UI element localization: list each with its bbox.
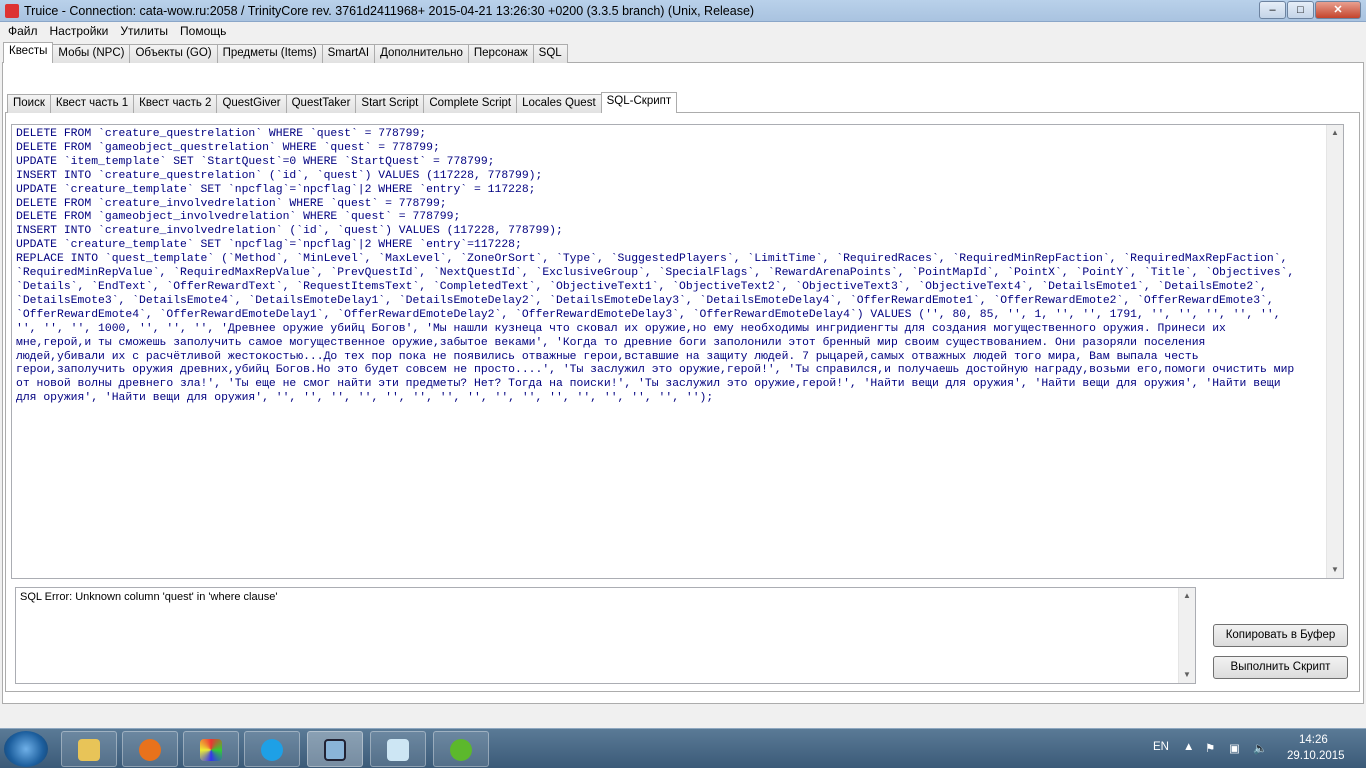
copy-to-clipboard-button[interactable]: Копировать в Буфер [1213,624,1348,647]
error-scrollbar[interactable]: ▲ ▼ [1178,588,1195,683]
tab-questtaker[interactable]: QuestTaker [285,94,357,113]
skype-icon [261,739,283,761]
sql-error-output[interactable]: SQL Error: Unknown column 'quest' in 'wh… [15,587,1196,684]
window-title: Truice - Connection: cata-wow.ru:2058 / … [24,4,755,18]
sql-line: для оружия', 'Найти вещи для оружия', ''… [16,392,714,405]
tab-locales-quest[interactable]: Locales Quest [516,94,602,113]
network-icon[interactable]: ▣ [1229,741,1240,755]
tab-quests[interactable]: Квесты [3,42,54,63]
scroll-up-icon[interactable]: ▲ [1327,125,1343,141]
sql-line: `DetailsEmote3`, `DetailsEmote4`, `Detai… [16,294,1274,307]
error-text: SQL Error: Unknown column 'quest' in 'wh… [20,591,278,603]
tray-arrow-icon[interactable]: ▲ [1183,741,1194,753]
scroll-down-icon[interactable]: ▼ [1327,562,1343,578]
taskbar-explorer[interactable] [61,731,117,767]
tab-additional[interactable]: Дополнительно [374,44,469,63]
taskbar: EN ▲ ⚑ ▣ 🔈 14:26 29.10.2015 [0,728,1366,768]
sql-line: INSERT INTO `creature_involvedrelation` … [16,225,563,238]
taskbar-notepad[interactable] [370,731,426,767]
sql-line: DELETE FROM `gameobject_questrelation` W… [16,141,440,154]
sql-line: от новой волны древнего зла!', 'Ты еще н… [16,378,1281,391]
sql-script-text: DELETE FROM `creature_questrelation` WHE… [16,128,1294,406]
tab-complete-script[interactable]: Complete Script [423,94,518,113]
leaf-icon [450,739,472,761]
tab-quest-part-2[interactable]: Квест часть 2 [133,94,218,113]
tab-character[interactable]: Персонаж [467,44,534,63]
scroll-up-icon[interactable]: ▲ [1179,588,1195,604]
main-tabs: Квесты Мобы (NPC) Объекты (GO) Предметы … [3,42,568,63]
sql-line: DELETE FROM `creature_involvedrelation` … [16,197,447,210]
tab-sql[interactable]: SQL [532,44,568,63]
taskbar-green-app[interactable] [433,731,489,767]
tab-items[interactable]: Предметы (Items) [216,44,323,63]
taskbar-app[interactable] [183,731,239,767]
tab-npc[interactable]: Мобы (NPC) [52,44,131,63]
clock-date[interactable]: 29.10.2015 [1287,750,1345,762]
sub-tabs: Поиск Квест часть 1 Квест часть 2 QuestG… [7,92,678,113]
tab-quest-part-1[interactable]: Квест часть 1 [49,94,135,113]
taskbar-skype[interactable] [244,731,300,767]
minimize-button[interactable]: ‒ [1259,1,1286,19]
sql-line: `RequiredMinRepValue`, `RequiredMaxRepVa… [16,267,1295,280]
sql-line: '', '', '', 1000, '', '', '', 'Древнее о… [16,322,1226,335]
scroll-down-icon[interactable]: ▼ [1179,667,1195,683]
tab-start-script[interactable]: Start Script [355,94,425,113]
title-bar: Truice - Connection: cata-wow.ru:2058 / … [0,0,1366,22]
sql-line: UPDATE `item_template` SET `StartQuest`=… [16,155,495,168]
maximize-button[interactable]: □ [1287,1,1314,19]
tab-questgiver[interactable]: QuestGiver [216,94,287,113]
firefox-icon [139,739,161,761]
taskbar-firefox[interactable] [122,731,178,767]
sql-line: DELETE FROM `creature_questrelation` WHE… [16,128,427,140]
menu-utilities[interactable]: Утилиты [114,22,174,41]
tab-sql-script[interactable]: SQL-Скрипт [600,92,678,113]
sql-line: REPLACE INTO `quest_template` (`Method`,… [16,253,1288,266]
sql-line: людей,убивали их с расчётливой жестокост… [16,350,1199,363]
clock-time[interactable]: 14:26 [1299,734,1328,746]
sql-line: мне,герой,и ты сможешь заполучить самое … [16,336,1206,349]
tab-gameobjects[interactable]: Объекты (GO) [129,44,218,63]
taskbar-truice[interactable] [307,731,363,767]
start-button[interactable] [4,731,48,767]
menu-bar: Файл Настройки Утилиты Помощь [0,22,1366,41]
sql-line: герои,заполучить оружия древних,убийц Бо… [16,364,1295,377]
sql-line: UPDATE `creature_template` SET `npcflag`… [16,239,522,252]
tab-smartai[interactable]: SmartAI [321,44,376,63]
notepad-icon [387,739,409,761]
sql-line: UPDATE `creature_template` SET `npcflag`… [16,183,536,196]
sql-line: `OfferRewardEmote4`, `OfferRewardEmoteDe… [16,308,1281,321]
sql-scrollbar[interactable]: ▲ ▼ [1326,125,1343,578]
language-indicator[interactable]: EN [1153,741,1169,753]
volume-icon[interactable]: 🔈 [1253,741,1267,755]
sql-script-textarea[interactable]: DELETE FROM `creature_questrelation` WHE… [11,124,1344,579]
sql-line: `Details`, `EndText`, `OfferRewardText`,… [16,280,1267,293]
menu-settings[interactable]: Настройки [44,22,115,41]
execute-script-button[interactable]: Выполнить Скрипт [1213,656,1348,679]
app-icon [5,4,19,18]
action-center-icon[interactable]: ⚑ [1205,741,1215,755]
folder-icon [78,739,100,761]
tab-search[interactable]: Поиск [7,94,51,113]
sql-line: INSERT INTO `creature_questrelation` (`i… [16,169,543,182]
menu-file[interactable]: Файл [2,22,44,41]
menu-help[interactable]: Помощь [174,22,232,41]
sql-line: DELETE FROM `gameobject_involvedrelation… [16,211,461,224]
close-button[interactable]: ✕ [1315,1,1361,19]
truice-icon [324,739,346,761]
cube-icon [200,739,222,761]
